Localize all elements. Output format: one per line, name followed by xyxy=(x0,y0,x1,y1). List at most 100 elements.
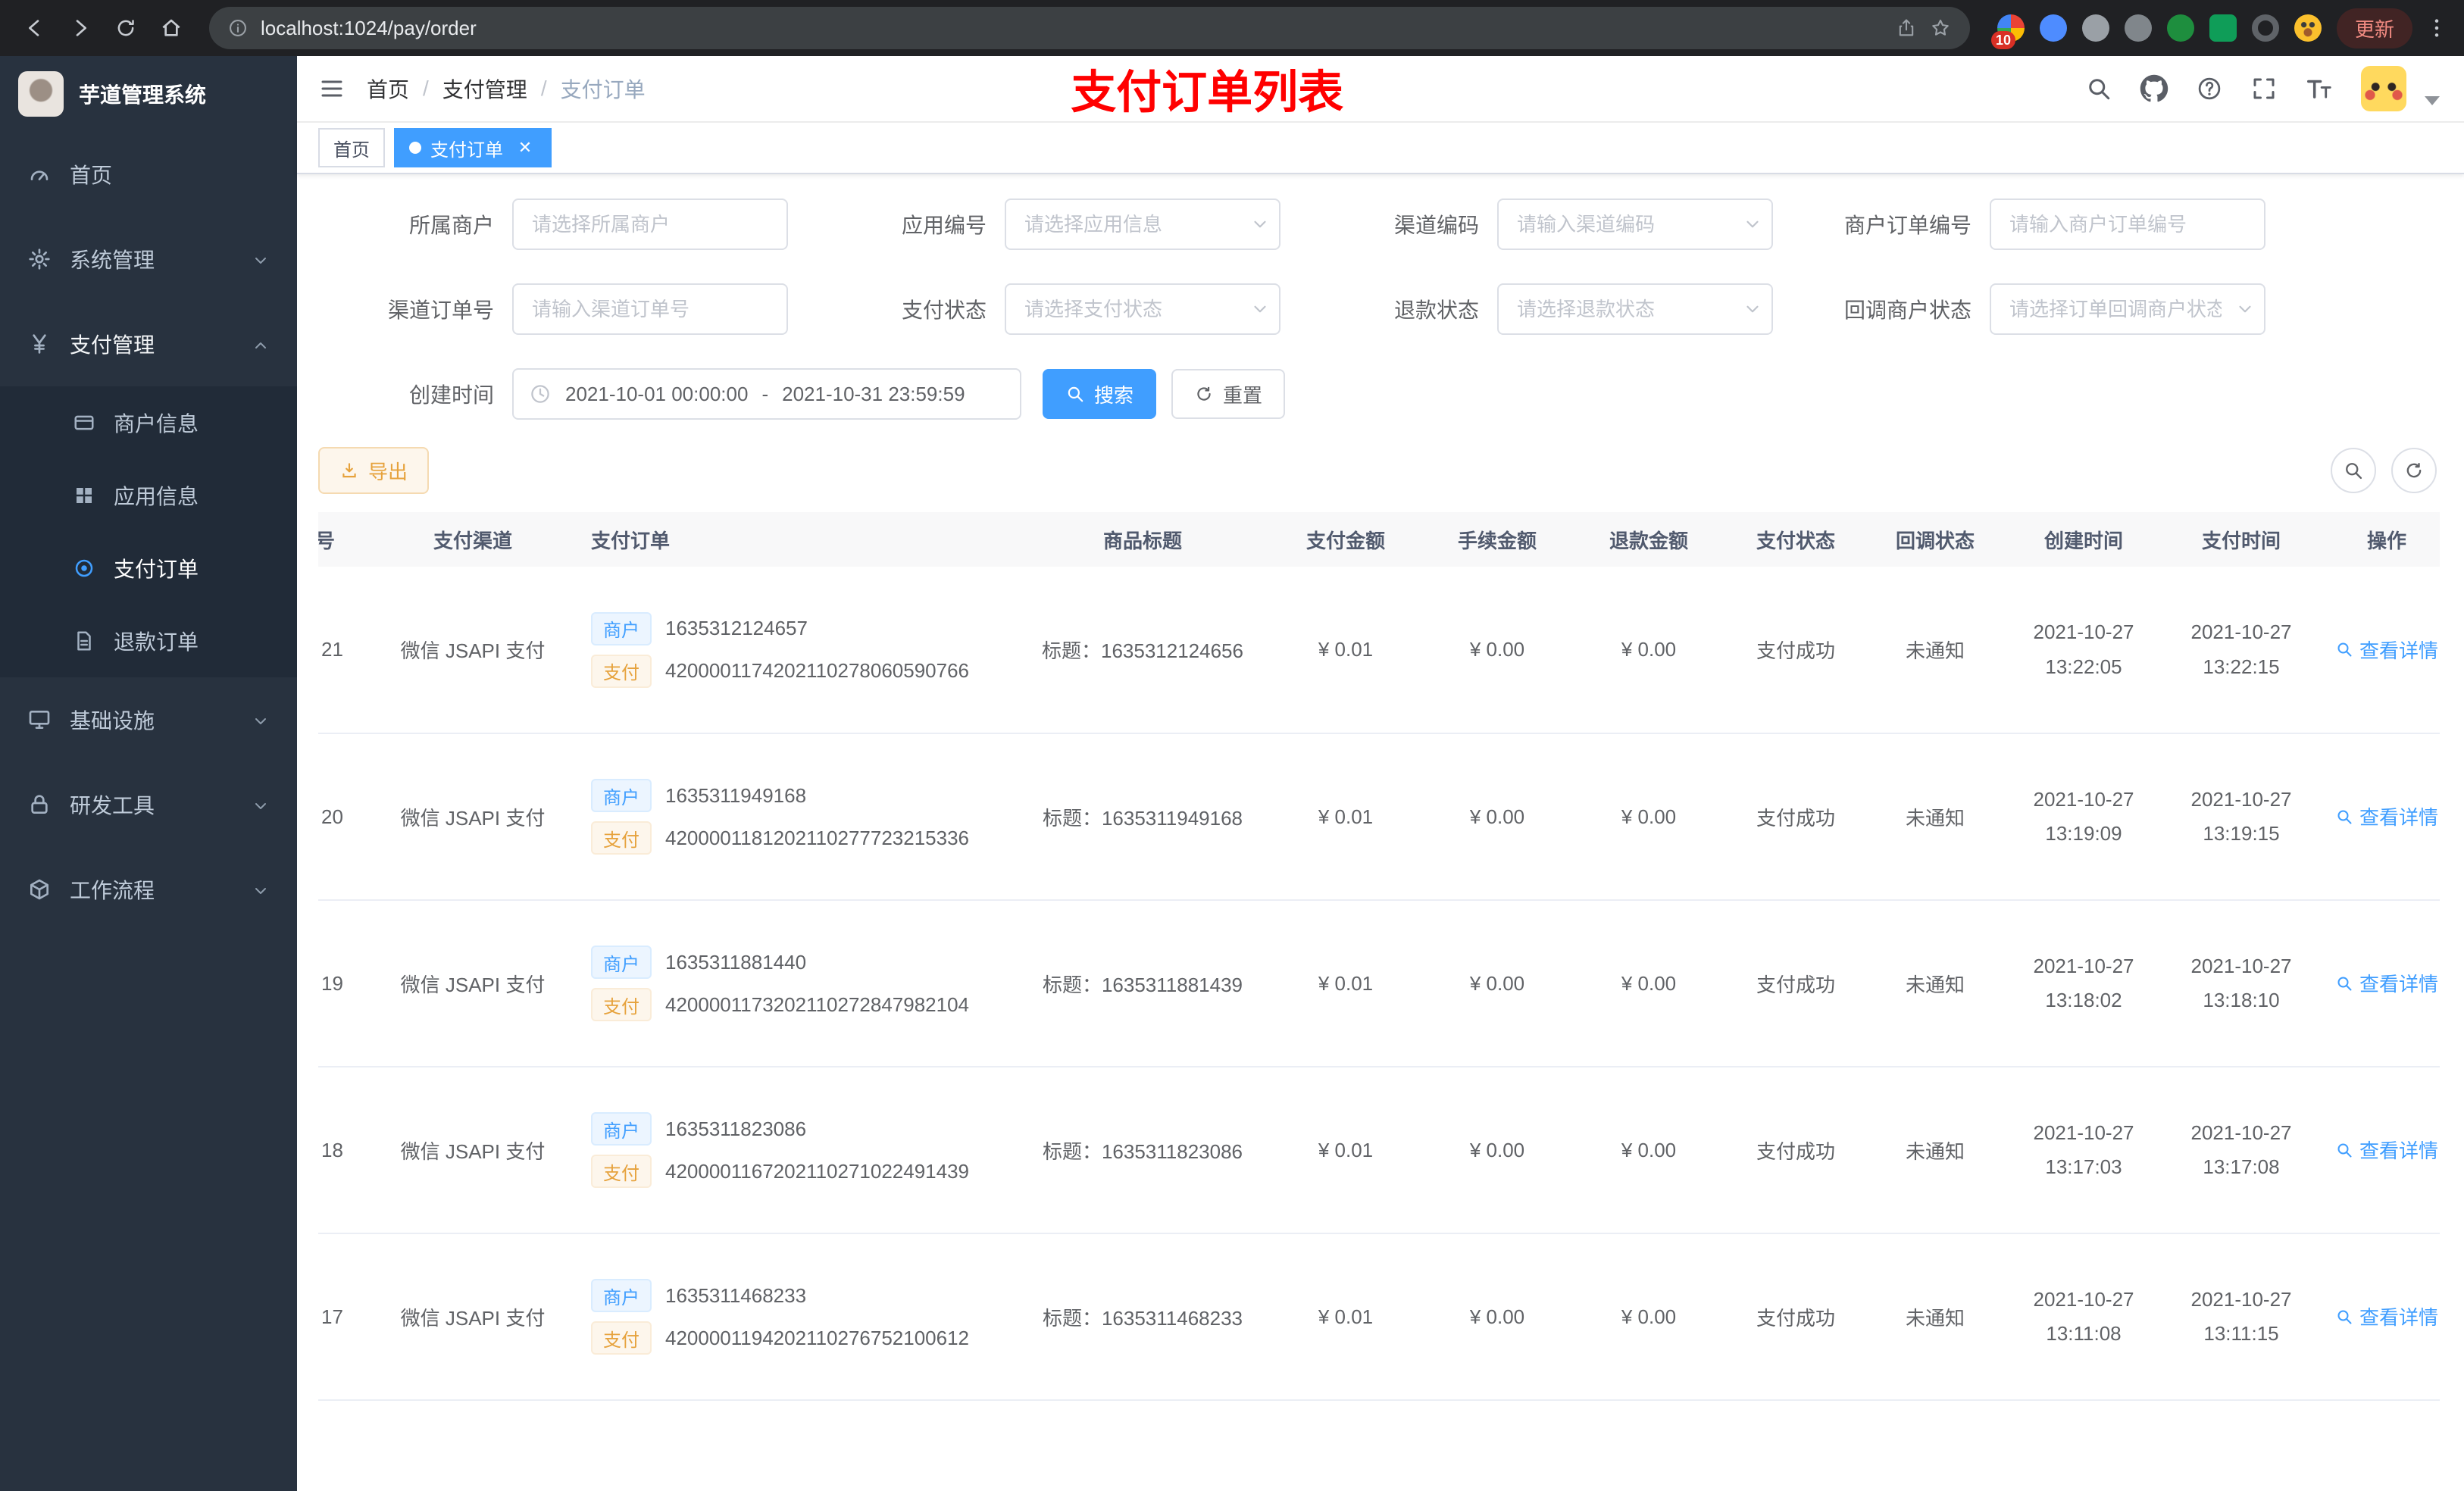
font-size-icon[interactable] xyxy=(2305,74,2334,103)
merchant-tag: 商户 xyxy=(591,611,652,645)
share-icon[interactable] xyxy=(1896,17,1917,39)
extension-icon-green[interactable] xyxy=(2166,14,2194,42)
merchant-tag: 商户 xyxy=(591,779,652,812)
view-detail-link[interactable]: 查看详情 xyxy=(2335,802,2438,830)
table-row-partial: 商户1635311415786 xyxy=(318,1400,2440,1452)
sidebar-item-home[interactable]: 首页 xyxy=(0,132,297,217)
chevron-down-icon xyxy=(252,792,270,817)
address-bar[interactable]: localhost:1024/pay/order xyxy=(209,7,1970,49)
box-icon xyxy=(27,877,52,902)
clock-icon xyxy=(529,383,552,405)
extension-icon-ring[interactable] xyxy=(2251,14,2279,42)
extension-badge: 10 xyxy=(1990,31,2016,49)
screen: localhost:1024/pay/order 10 更新 芋道管理系统 首页… xyxy=(0,0,2464,1491)
sidebar-toggle-icon[interactable] xyxy=(318,75,346,102)
filter-date-row: 创建时间 2021-10-01 00:00:00 - 2021-10-31 23… xyxy=(318,368,2440,420)
sidebar-logo: 芋道管理系统 xyxy=(0,56,297,132)
tab-pay-orders[interactable]: 支付订单 xyxy=(394,128,552,167)
sidebar-item-dev-tools[interactable]: 研发工具 xyxy=(0,762,297,847)
merchant-input[interactable] xyxy=(512,198,788,250)
extension-icon-gray2[interactable] xyxy=(2124,14,2152,42)
breadcrumb-payment[interactable]: 支付管理 xyxy=(442,73,527,104)
breadcrumb: 首页 / 支付管理 / 支付订单 xyxy=(367,73,646,104)
browser-update-button[interactable]: 更新 xyxy=(2336,8,2412,48)
extension-icon-blue[interactable] xyxy=(2039,14,2067,42)
refresh-table-button[interactable] xyxy=(2391,448,2437,493)
url-text: localhost:1024/pay/order xyxy=(261,16,477,39)
view-detail-link[interactable]: 查看详情 xyxy=(2335,969,2438,997)
table-header-row: 编号 支付渠道 支付订单 商品标题 支付金额 手续金额 退款金额 支付状态 回调… xyxy=(318,512,2440,567)
fullscreen-icon[interactable] xyxy=(2250,75,2278,102)
view-detail-link[interactable]: 查看详情 xyxy=(2335,1302,2438,1330)
sidebar-item-workflow[interactable]: 工作流程 xyxy=(0,847,297,932)
tab-close-icon[interactable] xyxy=(514,136,536,159)
pay-tag: 支付 xyxy=(591,821,652,855)
extension-icon-colorful[interactable]: 10 xyxy=(1990,14,2025,49)
app-id-select[interactable] xyxy=(1005,198,1280,250)
extension-icon-gray[interactable] xyxy=(2081,14,2109,42)
browser-menu-icon[interactable] xyxy=(2425,16,2449,40)
payment-submenu: 商户信息 应用信息 支付订单 退款订单 xyxy=(0,386,297,677)
breadcrumb-current: 支付订单 xyxy=(560,78,646,102)
chevron-down-icon xyxy=(252,708,270,732)
table-row: 19 微信 JSAPI 支付 商户 1635311881440 支付 4200001… xyxy=(318,900,2440,1067)
notify-status-select[interactable] xyxy=(1990,283,2265,335)
sidebar-item-infrastructure[interactable]: 基础设施 xyxy=(0,677,297,762)
sidebar-item-refund-orders[interactable]: 退款订单 xyxy=(0,605,297,677)
sidebar-item-system[interactable]: 系统管理 xyxy=(0,217,297,302)
browser-home-icon[interactable] xyxy=(152,8,191,48)
tab-home[interactable]: 首页 xyxy=(318,128,385,167)
channel-code-select[interactable] xyxy=(1497,198,1773,250)
browser-toolbar: localhost:1024/pay/order 10 更新 xyxy=(0,0,2464,56)
page-content: 所属商户 应用编号 渠道编码 商户订单编号 xyxy=(297,174,2464,1491)
sidebar-item-app-info[interactable]: 应用信息 xyxy=(0,459,297,532)
view-detail-link[interactable]: 查看详情 xyxy=(2335,636,2438,664)
sidebar-item-merchant-info[interactable]: 商户信息 xyxy=(0,386,297,459)
yen-icon xyxy=(27,332,52,356)
extension-icon-green-square[interactable] xyxy=(2209,14,2237,42)
pay-tag: 支付 xyxy=(591,1155,652,1188)
search-icon[interactable] xyxy=(2085,75,2112,102)
sidebar-item-payment[interactable]: 支付管理 xyxy=(0,302,297,386)
toggle-search-button[interactable] xyxy=(2331,448,2376,493)
extensions-area: 10 xyxy=(1988,14,2331,49)
chevron-down-icon xyxy=(252,877,270,902)
app-title: 芋道管理系统 xyxy=(79,83,207,107)
merchant-tag: 商户 xyxy=(591,1279,652,1312)
site-info-icon[interactable] xyxy=(227,17,249,39)
table-row: 20 微信 JSAPI 支付 商户 1635311949168 支付 4200001… xyxy=(318,733,2440,901)
pay-tag: 支付 xyxy=(591,988,652,1021)
pay-status-select[interactable] xyxy=(1005,283,1280,335)
table-row: 17 微信 JSAPI 支付 商户 1635311468233 支付 4200001… xyxy=(318,1233,2440,1401)
breadcrumb-home[interactable]: 首页 xyxy=(367,73,409,104)
document-icon xyxy=(73,630,95,652)
table-toolbar: 导出 xyxy=(318,447,2440,494)
avatar[interactable] xyxy=(2361,66,2406,111)
profile-emoji-icon[interactable] xyxy=(2294,14,2322,42)
chevron-up-icon xyxy=(252,332,270,356)
merchant-order-no-input[interactable] xyxy=(1990,198,2265,250)
github-icon[interactable] xyxy=(2140,74,2169,103)
card-icon xyxy=(73,411,95,434)
browser-back-icon[interactable] xyxy=(15,8,55,48)
view-detail-link[interactable]: 查看详情 xyxy=(2335,1136,2438,1164)
reset-button[interactable]: 重置 xyxy=(1171,369,1286,419)
merchant-tag: 商户 xyxy=(591,946,652,979)
grid-icon xyxy=(73,484,95,507)
search-button[interactable]: 搜索 xyxy=(1043,369,1157,419)
date-start: 2021-10-01 00:00:00 xyxy=(565,382,749,405)
table-row: 21 微信 JSAPI 支付 商户 1635312124657 支付 4200001… xyxy=(318,567,2440,734)
browser-reload-icon[interactable] xyxy=(106,8,145,48)
monitor-icon xyxy=(27,708,52,732)
sidebar: 芋道管理系统 首页 系统管理 支付管理 商户信息 应用信息 支付订单 退款订单 … xyxy=(0,56,297,1491)
avatar-caret-icon[interactable] xyxy=(2425,96,2440,105)
export-button[interactable]: 导出 xyxy=(318,447,430,494)
create-time-range-picker[interactable]: 2021-10-01 00:00:00 - 2021-10-31 23:59:5… xyxy=(512,368,1021,420)
logo-avatar xyxy=(18,71,64,117)
channel-order-no-input[interactable] xyxy=(512,283,788,335)
refund-status-select[interactable] xyxy=(1497,283,1773,335)
bookmark-star-icon[interactable] xyxy=(1929,17,1952,39)
browser-forward-icon[interactable] xyxy=(61,8,100,48)
sidebar-item-pay-orders[interactable]: 支付订单 xyxy=(0,532,297,605)
help-icon[interactable] xyxy=(2196,75,2223,102)
